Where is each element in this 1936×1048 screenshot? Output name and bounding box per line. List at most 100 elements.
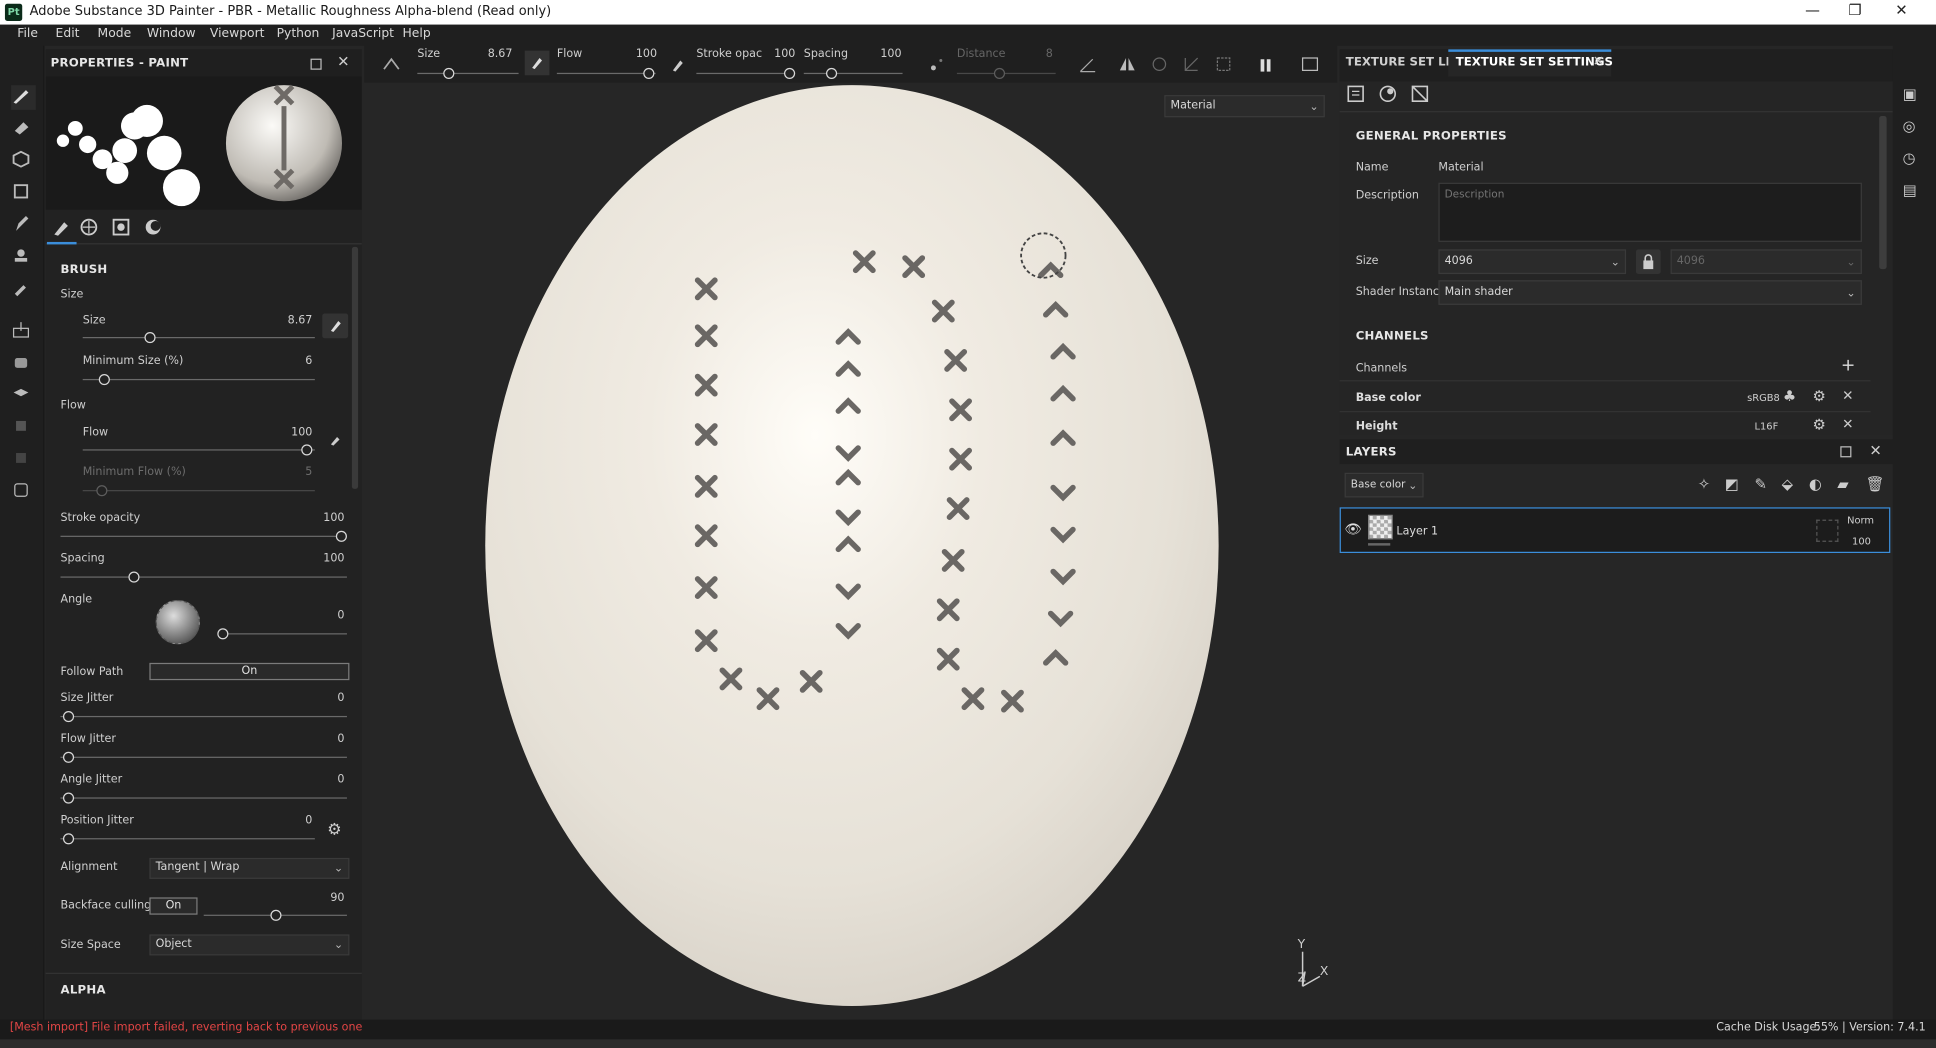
min-flow-slider[interactable] [82, 490, 315, 492]
close-panel-icon[interactable]: ✕ [337, 53, 349, 70]
lazy-mouse-dots-icon[interactable] [928, 53, 945, 75]
close-panel-icon[interactable]: ✕ [1869, 442, 1881, 459]
alignment-select[interactable]: Tangent | Wrap ⌄ [149, 857, 350, 879]
backface-angle-knob[interactable] [270, 909, 282, 921]
flow-slider[interactable] [82, 449, 315, 451]
flow-pressure-icon[interactable] [328, 432, 343, 447]
toolbar-flow-knob[interactable] [643, 67, 655, 80]
size-lock-button[interactable] [1635, 249, 1661, 275]
layer-row[interactable]: 👁 Layer 1 Norm 100 [1339, 507, 1891, 554]
float-panel-icon[interactable] [1840, 446, 1852, 458]
close-tab-icon[interactable]: ✕ [1593, 53, 1604, 69]
3d-viewport[interactable]: Material ⌄ Y X Z [364, 82, 1338, 1015]
spacing-knob[interactable] [128, 571, 140, 583]
bake-tool[interactable] [11, 320, 36, 345]
menu-edit[interactable]: Edit [56, 27, 80, 41]
visibility-eye-icon[interactable]: 👁 [1345, 521, 1362, 537]
close-window-button[interactable]: ✕ [1895, 1, 1907, 18]
viewport-mode-select[interactable]: Material ⌄ [1164, 95, 1325, 118]
angle-dial[interactable] [155, 599, 201, 645]
projection-tool[interactable] [11, 149, 36, 174]
smudge-tool[interactable] [11, 214, 36, 239]
eraser-tool[interactable] [11, 117, 36, 142]
layers-channel-select[interactable]: Base color ⌄ [1344, 472, 1424, 498]
display-settings-icon[interactable]: ▣ [1903, 85, 1917, 102]
size-slider-knob[interactable] [144, 332, 156, 344]
tss-toolbar-icon-1[interactable] [1346, 84, 1366, 107]
size-pressure-toggle[interactable] [322, 313, 349, 339]
geometry-mask-tool[interactable] [11, 384, 36, 409]
float-panel-icon[interactable] [310, 58, 322, 70]
camera-icon[interactable] [1300, 54, 1322, 74]
position-jitter-slider[interactable] [60, 838, 315, 840]
channel-remove-icon[interactable]: ✕ [1842, 388, 1853, 404]
flow-jitter-knob[interactable] [62, 751, 75, 763]
size-jitter-slider[interactable] [60, 715, 347, 718]
min-size-slider[interactable] [82, 378, 315, 381]
toolbar-size-slider[interactable] [417, 72, 519, 75]
toolbar-spacing-slider[interactable] [803, 72, 903, 75]
channel-gear-icon[interactable]: ⚙ [1813, 416, 1826, 433]
size-jitter-knob[interactable] [62, 711, 75, 723]
tss-scrollbar[interactable] [1879, 116, 1887, 270]
uv-icon[interactable] [1182, 54, 1202, 74]
angle-slider[interactable] [218, 633, 347, 635]
tss-size-select-2[interactable]: 4096 ⌄ [1670, 249, 1862, 275]
toolbar-distance-slider[interactable] [956, 72, 1056, 75]
polygon-fill-tool[interactable] [11, 181, 36, 206]
symmetry-icon[interactable] [1117, 54, 1137, 74]
menu-python[interactable]: Python [277, 27, 320, 41]
add-fill-layer-icon[interactable]: ⬙ [1782, 475, 1793, 492]
channel-remove-icon[interactable]: ✕ [1842, 416, 1853, 432]
follow-path-toggle[interactable]: On [149, 662, 350, 681]
status-error-message[interactable]: [Mesh import] File import failed, revert… [10, 1022, 362, 1034]
smart-material-icon[interactable]: ◐ [1809, 475, 1822, 492]
tab-material[interactable] [79, 217, 99, 240]
add-folder-icon[interactable]: ▰ [1837, 475, 1848, 492]
tab-texture-set-settings[interactable]: TEXTURE SET SETTINGS [1456, 56, 1613, 70]
minimize-button[interactable]: — [1805, 1, 1820, 18]
material-picker-tool[interactable] [11, 352, 36, 377]
add-effect-icon[interactable]: ✧ [1698, 475, 1710, 492]
paint-brush-tool[interactable] [11, 85, 36, 110]
channel-color-space-icon[interactable]: ♣ [1783, 388, 1796, 405]
size-space-select[interactable]: Object ⌄ [149, 934, 350, 956]
environment-icon[interactable]: ◎ [1903, 117, 1916, 134]
tab-alpha[interactable] [111, 217, 131, 240]
backface-culling-toggle[interactable]: On [149, 897, 198, 915]
menu-javascript[interactable]: JavaScript [332, 27, 394, 41]
toolbar-distance-knob[interactable] [993, 67, 1006, 80]
add-paint-layer-icon[interactable]: ✎ [1754, 475, 1766, 492]
flow-slider-knob[interactable] [301, 444, 313, 456]
pause-button[interactable] [1253, 53, 1278, 78]
size-pressure-button[interactable] [524, 50, 550, 76]
toolbar-stroke-slider[interactable] [696, 72, 796, 75]
menu-file[interactable]: File [17, 27, 38, 41]
tss-toolbar-icon-2[interactable] [1378, 84, 1398, 107]
angle-knob[interactable] [217, 628, 229, 640]
layer-mask-slot[interactable] [1816, 519, 1839, 542]
tss-name-value[interactable]: Material [1438, 162, 1483, 174]
layer-name[interactable]: Layer 1 [1396, 526, 1438, 538]
id-picker-tool[interactable] [11, 480, 36, 505]
flow-pressure-icon[interactable] [670, 56, 685, 73]
flow-jitter-slider[interactable] [60, 756, 347, 758]
toolbar-spacing-knob[interactable] [826, 67, 838, 80]
spacing-slider[interactable] [60, 576, 347, 578]
menu-mode[interactable]: Mode [98, 27, 132, 41]
position-jitter-knob[interactable] [62, 833, 75, 845]
tab-stencil[interactable] [143, 217, 163, 240]
add-channel-icon[interactable]: + [1841, 356, 1855, 376]
tab-brush[interactable] [46, 210, 77, 245]
line-angle-icon[interactable] [1078, 54, 1098, 74]
properties-scrollbar[interactable] [351, 246, 359, 489]
history-icon[interactable]: ◷ [1903, 149, 1916, 166]
toolbar-size-knob[interactable] [443, 67, 455, 80]
tiling-icon[interactable] [1149, 54, 1169, 74]
angle-jitter-knob[interactable] [62, 792, 75, 804]
lazy-mouse-icon[interactable] [382, 56, 402, 73]
channel-row-format[interactable]: L16F [1754, 421, 1778, 432]
menu-window[interactable]: Window [147, 27, 196, 41]
tss-description-input[interactable] [1438, 182, 1862, 242]
min-size-knob[interactable] [98, 374, 110, 386]
